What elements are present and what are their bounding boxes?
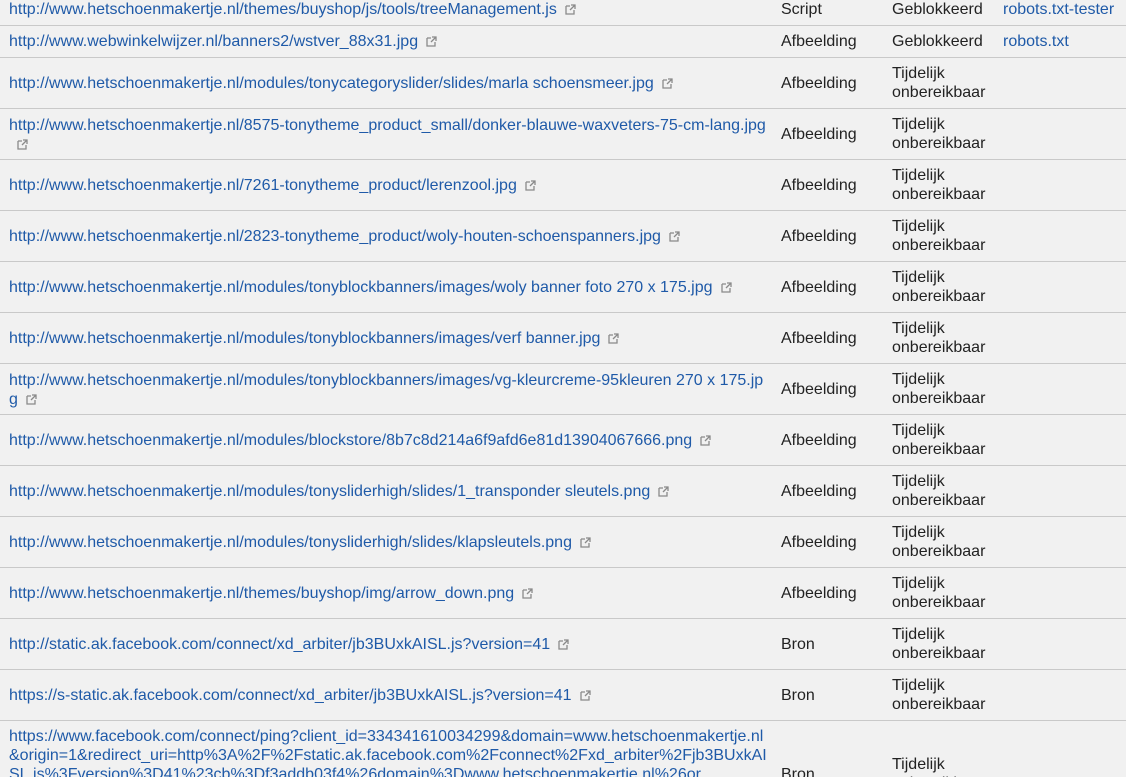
resource-url-link[interactable]: http://www.hetschoenmakertje.nl/modules/… bbox=[9, 330, 600, 347]
resource-type: Bron bbox=[781, 766, 815, 777]
status-text: Tijdelijk onbereikbaar bbox=[892, 371, 986, 407]
resource-url-link[interactable]: http://www.hetschoenmakertje.nl/modules/… bbox=[9, 372, 763, 408]
external-link-icon[interactable] bbox=[658, 486, 669, 497]
status-text: Tijdelijk onbereikbaar bbox=[892, 65, 986, 101]
external-link-icon[interactable] bbox=[608, 333, 620, 344]
external-link-icon[interactable] bbox=[522, 588, 533, 599]
resource-type: Script bbox=[781, 1, 822, 18]
robots-txt-link[interactable]: robots.txt bbox=[1003, 32, 1126, 51]
status-text: Tijdelijk onbereikbaar bbox=[892, 422, 986, 458]
status-text: Tijdelijk onbereikbaar bbox=[892, 473, 986, 509]
table-row: http://www.hetschoenmakertje.nl/modules/… bbox=[0, 415, 1126, 466]
external-link-icon[interactable] bbox=[26, 394, 37, 405]
resource-url-cell: http://www.hetschoenmakertje.nl/7261-ton… bbox=[9, 176, 769, 195]
resource-url-cell: http://www.hetschoenmakertje.nl/modules/… bbox=[9, 482, 769, 501]
table-row: http://www.hetschoenmakertje.nl/modules/… bbox=[0, 313, 1126, 364]
status-text: Tijdelijk onbereikbaar bbox=[892, 677, 986, 713]
resource-type: Afbeelding bbox=[781, 177, 857, 194]
resource-type: Afbeelding bbox=[781, 33, 857, 50]
resource-type: Afbeelding bbox=[781, 432, 857, 449]
table-row: http://www.hetschoenmakertje.nl/2823-ton… bbox=[0, 211, 1126, 262]
table-row: http://www.hetschoenmakertje.nl/modules/… bbox=[0, 364, 1126, 415]
table-row: http://www.hetschoenmakertje.nl/modules/… bbox=[0, 58, 1126, 109]
external-link-icon[interactable] bbox=[565, 4, 576, 15]
resource-url-link[interactable]: http://www.hetschoenmakertje.nl/modules/… bbox=[9, 483, 650, 500]
external-link-icon[interactable] bbox=[669, 231, 680, 242]
external-link-icon[interactable] bbox=[662, 78, 673, 89]
external-link-icon[interactable] bbox=[720, 282, 732, 293]
resource-url-link[interactable]: http://www.hetschoenmakertje.nl/modules/… bbox=[9, 432, 692, 449]
status-text: Tijdelijk onbereikbaar bbox=[892, 575, 986, 611]
resource-url-link[interactable]: http://static.ak.facebook.com/connect/xd… bbox=[9, 636, 550, 653]
resource-url-cell: http://www.hetschoenmakertje.nl/themes/b… bbox=[9, 0, 769, 19]
table-row: https://s-static.ak.facebook.com/connect… bbox=[0, 670, 1126, 721]
external-link-icon[interactable] bbox=[17, 139, 28, 150]
resource-url-cell: http://www.hetschoenmakertje.nl/2823-ton… bbox=[9, 227, 769, 246]
resource-url-link[interactable]: http://www.hetschoenmakertje.nl/modules/… bbox=[9, 534, 572, 551]
resource-url-link[interactable]: https://www.facebook.com/connect/ping?cl… bbox=[9, 728, 767, 777]
resource-type: Afbeelding bbox=[781, 75, 857, 92]
table-row: http://www.hetschoenmakertje.nl/themes/b… bbox=[0, 568, 1126, 619]
resource-type: Afbeelding bbox=[781, 534, 857, 551]
resource-url-link[interactable]: http://www.webwinkelwijzer.nl/banners2/w… bbox=[9, 33, 418, 50]
table-row: http://www.hetschoenmakertje.nl/modules/… bbox=[0, 262, 1126, 313]
resource-url-cell: https://s-static.ak.facebook.com/connect… bbox=[9, 686, 769, 705]
resource-type: Afbeelding bbox=[781, 126, 857, 143]
robots-txt-tester-link[interactable]: robots.txt-tester bbox=[1003, 0, 1126, 19]
status-text: Geblokkeerd bbox=[892, 33, 983, 50]
resource-url-link[interactable]: http://www.hetschoenmakertje.nl/8575-ton… bbox=[9, 117, 766, 134]
resource-type: Bron bbox=[781, 636, 815, 653]
status-text: Tijdelijk onbereikbaar bbox=[892, 320, 986, 356]
resource-url-link[interactable]: https://s-static.ak.facebook.com/connect… bbox=[9, 687, 572, 704]
status-text: Tijdelijk onbereikbaar bbox=[892, 167, 986, 203]
external-link-icon[interactable] bbox=[580, 537, 591, 548]
status-text: Tijdelijk onbereikbaar bbox=[892, 626, 986, 662]
status-text: Tijdelijk onbereikbaar bbox=[892, 116, 986, 152]
external-link-icon[interactable] bbox=[558, 639, 569, 650]
resource-url-link[interactable]: http://www.hetschoenmakertje.nl/modules/… bbox=[9, 75, 654, 92]
resource-type: Afbeelding bbox=[781, 228, 857, 245]
external-link-icon[interactable] bbox=[700, 435, 711, 446]
status-text: Tijdelijk onbereikbaar bbox=[892, 756, 985, 777]
external-link-icon[interactable] bbox=[579, 690, 591, 701]
resource-url-cell: http://static.ak.facebook.com/connect/xd… bbox=[9, 635, 769, 654]
resource-url-cell: http://www.hetschoenmakertje.nl/modules/… bbox=[9, 329, 769, 348]
table-row: http://www.hetschoenmakertje.nl/themes/b… bbox=[0, 0, 1126, 26]
resource-url-cell: http://www.hetschoenmakertje.nl/modules/… bbox=[9, 533, 769, 552]
resource-url-link[interactable]: http://www.hetschoenmakertje.nl/7261-ton… bbox=[9, 177, 517, 194]
resource-url-link[interactable]: http://www.hetschoenmakertje.nl/2823-ton… bbox=[9, 228, 661, 245]
resource-url-link[interactable]: http://www.hetschoenmakertje.nl/themes/b… bbox=[9, 585, 514, 602]
resource-type: Afbeelding bbox=[781, 330, 857, 347]
table-row: http://static.ak.facebook.com/connect/xd… bbox=[0, 619, 1126, 670]
external-link-icon[interactable] bbox=[426, 36, 437, 47]
blocked-resources-table: http://www.hetschoenmakertje.nl/themes/b… bbox=[0, 0, 1126, 777]
table-row: http://www.hetschoenmakertje.nl/8575-ton… bbox=[0, 109, 1126, 160]
resource-url-cell: http://www.hetschoenmakertje.nl/modules/… bbox=[9, 431, 769, 450]
resource-url-cell: http://www.hetschoenmakertje.nl/8575-ton… bbox=[9, 116, 769, 154]
resource-type: Afbeelding bbox=[781, 483, 857, 500]
status-text: Geblokkeerd bbox=[892, 1, 983, 18]
resource-type: Afbeelding bbox=[781, 279, 857, 296]
table-row: http://www.hetschoenmakertje.nl/modules/… bbox=[0, 466, 1126, 517]
resource-url-cell: http://www.hetschoenmakertje.nl/modules/… bbox=[9, 278, 769, 297]
status-text: Tijdelijk onbereikbaar bbox=[892, 269, 986, 305]
table-row: http://www.hetschoenmakertje.nl/7261-ton… bbox=[0, 160, 1126, 211]
table-row: https://www.facebook.com/connect/ping?cl… bbox=[0, 721, 1126, 777]
resource-url-link[interactable]: http://www.hetschoenmakertje.nl/themes/b… bbox=[9, 1, 557, 18]
resource-type: Afbeelding bbox=[781, 381, 857, 398]
resource-url-cell: https://www.facebook.com/connect/ping?cl… bbox=[9, 727, 769, 777]
external-link-icon[interactable] bbox=[525, 180, 536, 191]
resource-type: Bron bbox=[781, 687, 815, 704]
resource-url-link[interactable]: http://www.hetschoenmakertje.nl/modules/… bbox=[9, 279, 713, 296]
resource-type: Afbeelding bbox=[781, 585, 857, 602]
table-row: http://www.webwinkelwijzer.nl/banners2/w… bbox=[0, 26, 1126, 58]
resource-url-cell: http://www.hetschoenmakertje.nl/modules/… bbox=[9, 371, 769, 409]
resource-url-cell: http://www.webwinkelwijzer.nl/banners2/w… bbox=[9, 32, 769, 51]
status-text: Tijdelijk onbereikbaar bbox=[892, 218, 986, 254]
resource-url-cell: http://www.hetschoenmakertje.nl/themes/b… bbox=[9, 584, 769, 603]
resource-url-cell: http://www.hetschoenmakertje.nl/modules/… bbox=[9, 74, 769, 93]
status-text: Tijdelijk onbereikbaar bbox=[892, 524, 986, 560]
table-row: http://www.hetschoenmakertje.nl/modules/… bbox=[0, 517, 1126, 568]
